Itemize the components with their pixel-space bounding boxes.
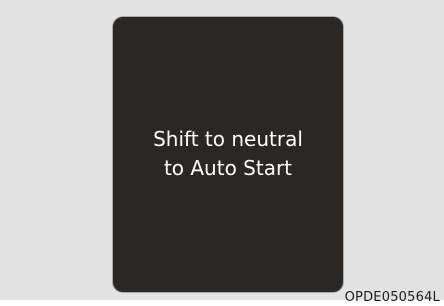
auto-start-message: Shift to neutral to Auto Start — [153, 125, 303, 183]
message-line-1: Shift to neutral — [153, 127, 303, 151]
illustration-frame: Shift to neutral to Auto Start — [0, 0, 444, 300]
instrument-cluster-display: Shift to neutral to Auto Start — [113, 17, 343, 292]
message-line-2: to Auto Start — [163, 156, 293, 180]
